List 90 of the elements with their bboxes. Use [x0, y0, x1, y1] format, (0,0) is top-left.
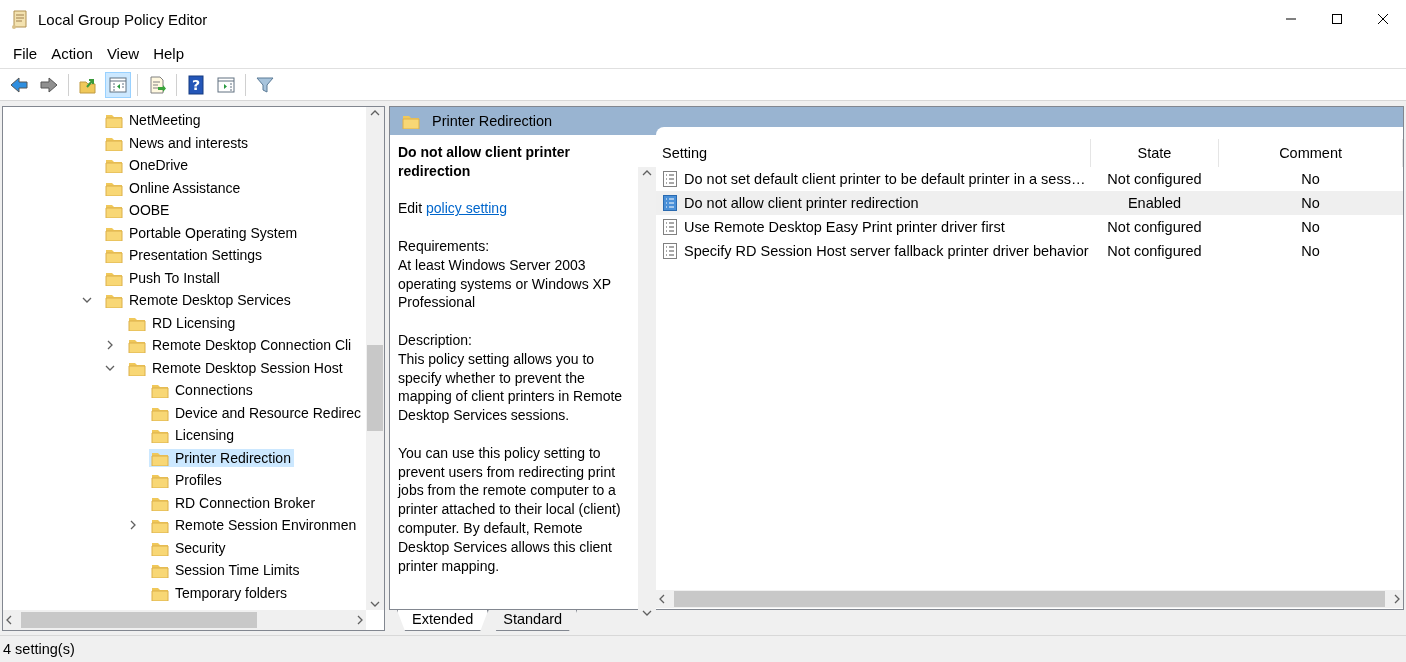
forward-arrow-icon: [39, 74, 59, 95]
scroll-thumb[interactable]: [21, 612, 257, 628]
policy-icon: [662, 195, 678, 211]
table-cell: Enabled: [1090, 191, 1219, 215]
window-title: Local Group Policy Editor: [38, 10, 209, 28]
tree-item[interactable]: Connections: [149, 381, 256, 400]
table-row-cell[interactable]: Use Remote Desktop Easy Print printer driver first: [656, 215, 1091, 239]
folder-icon: [105, 157, 123, 174]
column-header[interactable]: Setting: [656, 139, 1091, 167]
export-list-icon: [147, 74, 167, 95]
table-cell-text: No: [1300, 242, 1321, 261]
menu-item[interactable]: File: [6, 40, 45, 66]
maximize-icon: [1332, 14, 1342, 24]
tree-item[interactable]: Portable Operating System: [103, 223, 301, 242]
table-row-cell[interactable]: Do not allow client printer redirection: [656, 191, 1091, 215]
policy-icon: [662, 171, 678, 187]
setting-name: Use Remote Desktop Easy Print printer driver first: [684, 219, 1005, 235]
table-row-cell[interactable]: Specify RD Session Host server fallback printer driver behavior: [656, 239, 1091, 263]
folder-icon: [105, 202, 123, 219]
section-text: You can use this policy setting to prevent users from redirecting print jobs from the remote computer to a printer attached to their local (client) computer. By default, Remote Desktop Services allows this client printer mapping.: [398, 444, 621, 574]
tab[interactable]: Extended: [397, 610, 489, 631]
back-arrow-icon: [9, 74, 29, 95]
tree-item[interactable]: Remote Desktop Services: [103, 291, 294, 310]
section-heading: Description:: [398, 331, 472, 348]
filter-icon: [255, 74, 275, 95]
panel-title: Printer Redirection: [432, 113, 553, 129]
folder-icon: [105, 112, 123, 129]
tree-item[interactable]: Remote Desktop Session Host: [126, 358, 346, 377]
tree-item[interactable]: RD Connection Broker: [149, 493, 319, 512]
tree-item[interactable]: News and interests: [103, 133, 252, 152]
folder-icon: [151, 472, 169, 489]
status-text: 4 setting(s): [3, 641, 75, 657]
section-heading: Requirements:: [398, 238, 490, 254]
folder-icon: [128, 337, 146, 354]
column-header[interactable]: Comment: [1218, 139, 1403, 167]
policy-icon: [662, 219, 678, 235]
tree-item[interactable]: NetMeeting: [103, 111, 204, 130]
tree-item[interactable]: Temporary folders: [149, 583, 291, 602]
menu-item[interactable]: View: [99, 40, 147, 66]
section-text: At least Windows Server 2003 operating systems or Windows XP Professional: [398, 256, 611, 311]
setting-name: Do not set default client printer to be default printer in a sess…: [684, 171, 1086, 187]
setting-name: Do not allow client printer redirection: [684, 195, 919, 211]
table-cell: No: [1218, 167, 1403, 191]
tree-item[interactable]: OOBE: [103, 201, 173, 220]
setting-name: Specify RD Session Host server fallback printer driver behavior: [684, 243, 1089, 259]
table-row-cell[interactable]: Do not set default client printer to be default printer in a sess…: [656, 167, 1091, 191]
column-header[interactable]: State: [1090, 139, 1219, 167]
tree-item[interactable]: Device and Resource Redirec: [149, 403, 364, 422]
edit-line: Edit policy setting: [398, 199, 508, 219]
menu-item[interactable]: Action: [44, 40, 100, 66]
tree-item[interactable]: Online Assistance: [103, 178, 244, 197]
tree-item[interactable]: Remote Session Environmen: [149, 516, 360, 535]
tree-item[interactable]: Profiles: [149, 471, 225, 490]
policy-title: Do not allow client printer redirection: [398, 143, 571, 181]
vertical-scrollbar[interactable]: [366, 107, 384, 610]
tree-item[interactable]: Push To Install: [103, 268, 223, 287]
folder-icon: [105, 247, 123, 264]
folder-icon: [402, 113, 420, 129]
folder-icon: [105, 292, 123, 309]
table-cell: Not configured: [1090, 215, 1219, 239]
tree-item[interactable]: Licensing: [149, 426, 238, 445]
tree-item[interactable]: Printer Redirection: [149, 448, 294, 467]
folder-icon: [151, 427, 169, 444]
action-pane-icon: [216, 74, 236, 95]
folder-icon: [151, 382, 169, 399]
horizontal-scrollbar[interactable]: [3, 610, 366, 630]
table-cell: No: [1218, 215, 1403, 239]
folder-icon: [151, 562, 169, 579]
tree-item[interactable]: Session Time Limits: [149, 561, 303, 580]
tree-item[interactable]: RD Licensing: [126, 313, 239, 332]
policy-setting-link[interactable]: policy setting: [426, 200, 507, 217]
menu-item[interactable]: Help: [146, 40, 191, 66]
scroll-thumb[interactable]: [674, 591, 1385, 607]
tab[interactable]: Standard: [488, 610, 578, 631]
vertical-scrollbar[interactable]: [638, 167, 656, 619]
scroll-thumb[interactable]: [367, 345, 383, 431]
table-cell: No: [1218, 191, 1403, 215]
folder-icon: [151, 517, 169, 534]
table-cell-text: Not configured: [1106, 242, 1203, 261]
table-cell: Not configured: [1090, 167, 1219, 191]
tree-item[interactable]: Presentation Settings: [103, 246, 266, 265]
scroll-icon: [10, 8, 30, 30]
section-text: This policy setting allows you to specify whether to prevent the mapping of client printers in Remote Desktop Services sessions.: [398, 350, 623, 424]
close-icon: [1378, 14, 1388, 24]
tree-pane-icon: [108, 74, 128, 95]
horizontal-scrollbar[interactable]: [656, 590, 1403, 608]
policy-icon: [662, 243, 678, 259]
tree-item[interactable]: Remote Desktop Connection Cli: [126, 336, 355, 355]
tree-item[interactable]: Security: [149, 538, 229, 557]
tree-item[interactable]: OneDrive: [103, 156, 192, 175]
